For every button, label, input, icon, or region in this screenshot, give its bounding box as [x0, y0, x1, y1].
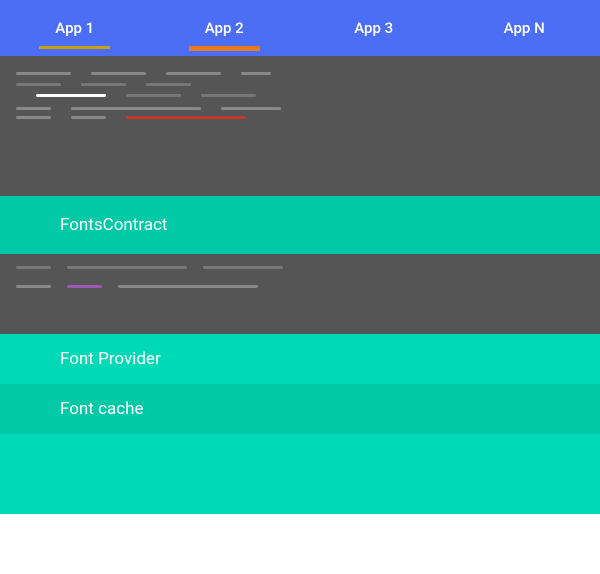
purple-line [67, 285, 102, 288]
line-2b [81, 83, 126, 86]
lines-row-5 [16, 116, 584, 119]
line-4c [221, 107, 281, 110]
app-bar: App 1 App 2 App 3 App N [0, 0, 600, 56]
lines-row-4 [16, 107, 584, 110]
font-cache-label: Font cache [60, 399, 144, 419]
line-1b [91, 72, 146, 75]
mid-line-1a [16, 266, 51, 269]
bottom-green-section [0, 434, 600, 514]
white-line [36, 94, 106, 97]
tab-underline-app1 [39, 46, 110, 49]
line-4b [71, 107, 201, 110]
mid-line-1b [67, 266, 187, 269]
lines-row-2 [16, 83, 584, 86]
tab-app2[interactable]: App 2 [189, 11, 260, 45]
mid-line-2a [16, 285, 51, 288]
tab-app3[interactable]: App 3 [338, 11, 409, 45]
lines-row-3 [16, 94, 584, 97]
dark-section-middle [0, 254, 600, 334]
tab-app1[interactable]: App 1 [39, 11, 110, 45]
font-provider-section: Font Provider [0, 334, 600, 384]
main-container: App 1 App 2 App 3 App N [0, 0, 600, 574]
line-1c [166, 72, 221, 75]
mid-line-1c [203, 266, 283, 269]
red-line [126, 116, 246, 119]
line-5a [16, 116, 51, 119]
dark-section-apps [0, 56, 600, 196]
fonts-contract-label: FontsContract [60, 215, 168, 235]
font-provider-label: Font Provider [60, 349, 161, 369]
line-3b [126, 94, 181, 97]
line-4a [16, 107, 51, 110]
font-cache-section: Font cache [0, 384, 600, 434]
line-2c [146, 83, 191, 86]
lines-row-1 [16, 72, 584, 75]
tab-underline-app2 [189, 46, 260, 49]
line-5b [71, 116, 106, 119]
line-1a [16, 72, 71, 75]
fonts-contract-section: FontsContract [0, 196, 600, 254]
mid-lines-row-1 [16, 266, 584, 269]
line-2a [16, 83, 61, 86]
mid-line-2c [118, 285, 258, 288]
mid-lines-row-2 [16, 285, 584, 288]
line-1d [241, 72, 271, 75]
tab-appN[interactable]: App N [488, 11, 561, 45]
line-3c [201, 94, 256, 97]
